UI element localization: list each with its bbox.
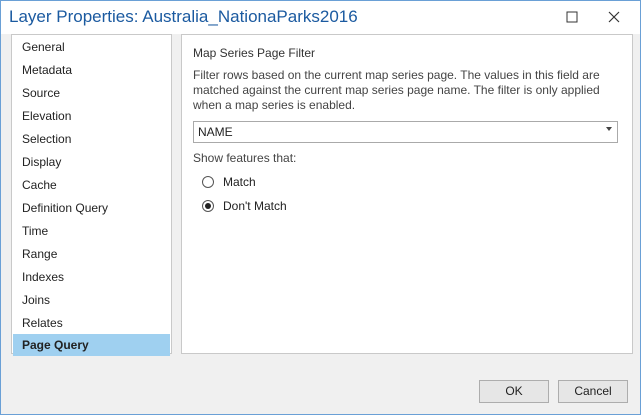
close-button[interactable] <box>598 5 630 29</box>
page-query-panel: Map Series Page Filter Filter rows based… <box>181 34 633 354</box>
nav-item-definition-query[interactable]: Definition Query <box>13 197 170 219</box>
nav-item-cache[interactable]: Cache <box>13 174 170 196</box>
dont-match-option[interactable]: Don't Match <box>202 197 287 215</box>
nav-item-joins[interactable]: Joins <box>13 289 170 311</box>
dont-match-label: Don't Match <box>223 199 287 213</box>
match-label: Match <box>223 175 256 189</box>
dialog-title: Layer Properties: Australia_NationaParks… <box>9 7 358 26</box>
nav-item-display[interactable]: Display <box>13 151 170 173</box>
match-radio[interactable] <box>202 176 214 188</box>
show-features-label: Show features that: <box>193 151 297 165</box>
maximize-button[interactable] <box>556 5 588 29</box>
field-select-value: NAME <box>198 125 233 139</box>
match-option[interactable]: Match <box>202 173 256 191</box>
section-title: Map Series Page Filter <box>193 46 316 60</box>
maximize-icon <box>566 11 578 23</box>
title-bar[interactable]: Layer Properties: Australia_NationaParks… <box>1 1 640 34</box>
nav-item-metadata[interactable]: Metadata <box>13 59 170 81</box>
dont-match-radio[interactable] <box>202 200 214 212</box>
properties-nav: General Metadata Source Elevation Select… <box>11 34 172 356</box>
nav-item-relates[interactable]: Relates <box>13 312 170 334</box>
nav-item-elevation[interactable]: Elevation <box>13 105 170 127</box>
ok-button[interactable]: OK <box>479 380 549 403</box>
cancel-button[interactable]: Cancel <box>558 380 628 403</box>
nav-item-time[interactable]: Time <box>13 220 170 242</box>
chevron-down-icon <box>606 127 612 131</box>
nav-item-page-query[interactable]: Page Query <box>13 334 170 356</box>
nav-item-selection[interactable]: Selection <box>13 128 170 150</box>
nav-item-range[interactable]: Range <box>13 243 170 265</box>
filter-description: Filter rows based on the current map ser… <box>193 68 600 112</box>
nav-item-indexes[interactable]: Indexes <box>13 266 170 288</box>
nav-item-source[interactable]: Source <box>13 82 170 104</box>
field-select[interactable]: NAME <box>193 121 618 143</box>
layer-properties-dialog: Layer Properties: Australia_NationaParks… <box>0 0 641 415</box>
close-icon <box>608 11 620 23</box>
nav-item-general[interactable]: General <box>13 36 170 58</box>
